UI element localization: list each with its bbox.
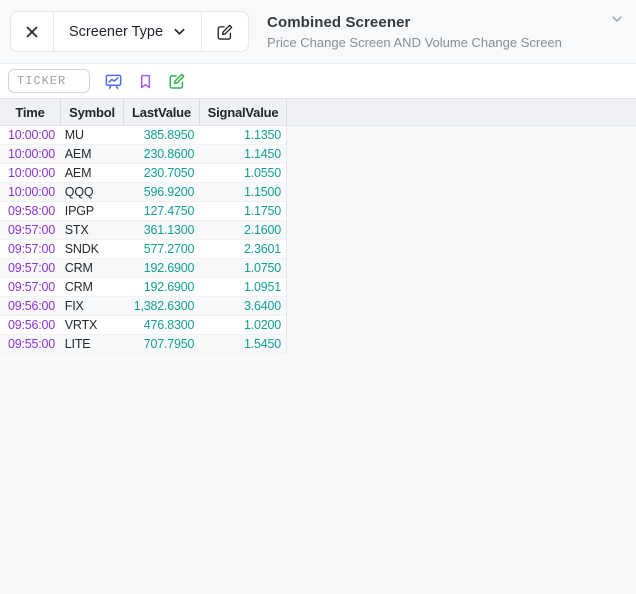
cell-lastvalue: 192.6900 <box>143 261 195 275</box>
cell-symbol: MU <box>64 128 84 142</box>
cell-signalvalue: 1.1500 <box>243 185 281 199</box>
table-row[interactable]: 10:00:00 AEM 230.7050 1.0550 <box>0 164 286 183</box>
cell-symbol: AEM <box>64 166 92 180</box>
cell-lastvalue: 1,382.6300 <box>133 299 195 313</box>
cell-time: 09:57:00 <box>8 223 56 237</box>
topbar: Screener Type Combined Screener Price Ch… <box>0 0 636 64</box>
table-row[interactable]: 09:57:00 SNDK 577.2700 2.3601 <box>0 240 286 259</box>
cell-signalvalue: 2.3601 <box>243 242 281 256</box>
cell-symbol: QQQ <box>64 185 94 199</box>
cell-signalvalue: 1.1450 <box>243 147 281 161</box>
cell-signalvalue: 1.0750 <box>243 261 281 275</box>
table-row[interactable]: 09:56:00 FIX 1,382.6300 3.6400 <box>0 297 286 316</box>
page-subtitle: Price Change Screen AND Volume Change Sc… <box>267 34 562 50</box>
cell-symbol: CRM <box>64 261 93 275</box>
table-row[interactable]: 09:56:00 VRTX 476.8300 1.0200 <box>0 316 286 335</box>
cell-signalvalue: 3.6400 <box>243 299 281 313</box>
screener-controls: Screener Type <box>10 11 250 52</box>
edit-screener-button[interactable] <box>202 12 248 51</box>
cell-time: 09:56:00 <box>8 318 56 332</box>
cell-lastvalue: 230.7050 <box>143 166 195 180</box>
table-header-row: Time Symbol LastValue SignalValue <box>0 98 636 126</box>
table-row[interactable]: 09:57:00 CRM 192.6900 1.0750 <box>0 259 286 278</box>
page-title: Combined Screener <box>267 13 411 31</box>
cell-symbol: FIX <box>64 299 84 313</box>
edit-note-icon <box>169 73 185 89</box>
collapse-panel-button[interactable] <box>606 8 628 30</box>
cell-time: 10:00:00 <box>8 128 56 142</box>
cell-lastvalue: 385.8950 <box>143 128 195 142</box>
cell-lastvalue: 596.9200 <box>143 185 195 199</box>
table-row[interactable]: 09:57:00 CRM 192.6900 1.0951 <box>0 278 286 297</box>
cell-symbol: VRTX <box>64 318 98 332</box>
cell-lastvalue: 476.8300 <box>143 318 195 332</box>
cell-signalvalue: 1.0550 <box>243 166 281 180</box>
cell-signalvalue: 1.5450 <box>243 337 281 351</box>
screener-window: Screener Type Combined Screener Price Ch… <box>0 0 636 594</box>
cell-time: 10:00:00 <box>8 166 56 180</box>
cell-signalvalue: 1.1350 <box>243 128 281 142</box>
cell-lastvalue: 707.7950 <box>143 337 195 351</box>
cell-signalvalue: 1.0951 <box>243 280 281 294</box>
table-row[interactable]: 09:55:00 LITE 707.7950 1.5450 <box>0 335 286 354</box>
ticker-toolbar <box>0 64 636 98</box>
table-row[interactable]: 10:00:00 MU 385.8950 1.1350 <box>0 126 286 145</box>
column-header-lastvalue[interactable]: LastValue <box>124 99 200 125</box>
screener-results-table: Time Symbol LastValue SignalValue 10:00:… <box>0 98 636 354</box>
cell-lastvalue: 127.4750 <box>143 204 195 218</box>
screener-type-dropdown[interactable]: Screener Type <box>53 12 203 51</box>
ticker-input[interactable] <box>8 69 90 93</box>
cell-signalvalue: 2.1600 <box>243 223 281 237</box>
cell-signalvalue: 1.0200 <box>243 318 281 332</box>
cell-symbol: IPGP <box>64 204 94 218</box>
cell-symbol: AEM <box>64 147 92 161</box>
cell-time: 09:55:00 <box>8 337 56 351</box>
cell-time: 10:00:00 <box>8 147 56 161</box>
chart-view-button[interactable] <box>103 71 123 91</box>
cell-symbol: CRM <box>64 280 93 294</box>
chart-presentation-icon <box>105 74 121 89</box>
bookmark-button[interactable] <box>135 71 155 91</box>
bookmark-icon <box>140 74 150 88</box>
cell-symbol: STX <box>64 223 89 237</box>
cell-time: 09:58:00 <box>8 204 56 218</box>
table-body: 10:00:00 MU 385.8950 1.1350 10:00:00 AEM… <box>0 126 287 354</box>
chevron-down-icon <box>174 28 185 35</box>
cell-lastvalue: 192.6900 <box>143 280 195 294</box>
cell-time: 09:57:00 <box>8 280 56 294</box>
cell-symbol: LITE <box>64 337 91 351</box>
annotate-button[interactable] <box>167 71 187 91</box>
table-row[interactable]: 10:00:00 AEM 230.8600 1.1450 <box>0 145 286 164</box>
close-button[interactable] <box>11 12 53 51</box>
cell-lastvalue: 230.8600 <box>143 147 195 161</box>
cell-signalvalue: 1.1750 <box>243 204 281 218</box>
chevron-down-icon <box>612 16 622 22</box>
close-icon <box>26 26 38 37</box>
cell-time: 09:56:00 <box>8 299 56 313</box>
cell-time: 09:57:00 <box>8 242 56 256</box>
cell-lastvalue: 361.1300 <box>143 223 195 237</box>
edit-pencil-square-icon <box>217 24 233 40</box>
screener-title-block: Combined Screener Price Change Screen AN… <box>267 14 624 50</box>
column-header-time[interactable]: Time <box>0 99 61 125</box>
cell-lastvalue: 577.2700 <box>143 242 195 256</box>
table-row[interactable]: 10:00:00 QQQ 596.9200 1.1500 <box>0 183 286 202</box>
table-row[interactable]: 09:57:00 STX 361.1300 2.1600 <box>0 221 286 240</box>
cell-time: 09:57:00 <box>8 261 56 275</box>
column-header-symbol[interactable]: Symbol <box>61 99 124 125</box>
cell-symbol: SNDK <box>64 242 99 256</box>
cell-time: 10:00:00 <box>8 185 56 199</box>
table-row[interactable]: 09:58:00 IPGP 127.4750 1.1750 <box>0 202 286 221</box>
column-header-signalvalue[interactable]: SignalValue <box>200 99 287 125</box>
screener-type-label: Screener Type <box>69 23 164 40</box>
